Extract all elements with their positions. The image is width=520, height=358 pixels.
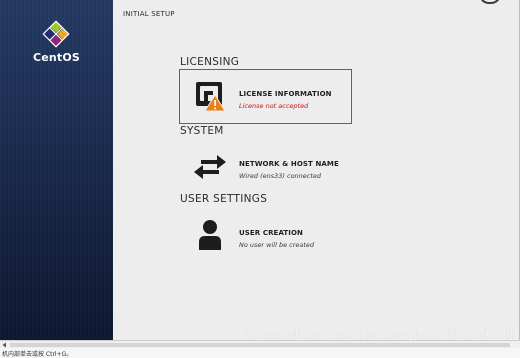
spoke-user-creation[interactable]: USER CREATION No user will be created	[190, 215, 350, 255]
spoke-status: No user will be created	[239, 241, 315, 249]
page-title: INITIAL SETUP	[123, 10, 175, 18]
scrollbar-thumb[interactable]	[10, 343, 510, 347]
logo-text: CentOS	[32, 51, 81, 64]
spoke-status: License not accepted	[239, 102, 309, 110]
spoke-network-host-name[interactable]: NETWORK & HOST NAME Wired (ens33) connec…	[190, 146, 350, 186]
spoke-status: Wired (ens33) connected	[239, 172, 322, 180]
spoke-label: LICENSE INFORMATION	[239, 90, 332, 98]
centos-logo-icon	[42, 20, 70, 48]
corner-decoration	[479, 0, 501, 4]
sidebar: CentOS	[0, 0, 113, 340]
status-bar: 机内部单击或按 Ctrl+G。	[0, 348, 520, 358]
section-title-system: SYSTEM	[180, 125, 224, 137]
network-arrows-icon	[194, 155, 226, 179]
status-hint: 机内部单击或按 Ctrl+G。	[2, 351, 73, 358]
section-title-user-settings: USER SETTINGS	[180, 193, 268, 205]
horizontal-scrollbar[interactable]	[0, 340, 520, 348]
section-title-licensing: LICENSING	[180, 56, 240, 68]
installer-window: CentOS INITIAL SETUP LICENSING LICENSE I…	[0, 0, 520, 340]
user-icon	[199, 220, 221, 250]
spoke-label: NETWORK & HOST NAME	[239, 160, 339, 168]
license-warning-icon	[196, 82, 226, 112]
spoke-license-information[interactable]: LICENSE INFORMATION License not accepted	[190, 76, 350, 116]
main-panel: INITIAL SETUP LICENSING LICENSE INFORMAT…	[113, 0, 519, 340]
spoke-label: USER CREATION	[239, 229, 304, 237]
